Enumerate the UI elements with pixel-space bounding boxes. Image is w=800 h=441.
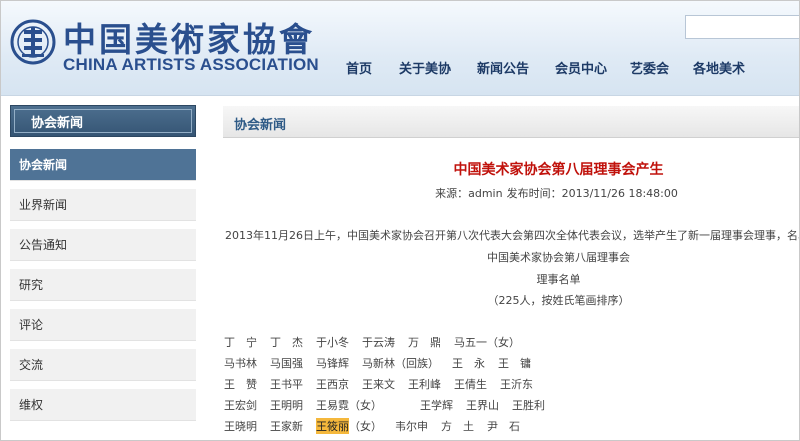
member-name: 王明明 [270,399,303,412]
nav-art-committee[interactable]: 艺委会 [630,58,693,78]
council-heading: 中国美术家协会第八届理事会 [487,251,630,264]
member-name: 王西京 [316,378,349,391]
member-name: 马五一（女） [454,336,520,349]
member-name-list: 丁 宁丁 杰于小冬 于云涛万 鼎马五一（女） 马书林 马国强 马锋辉 马新林（回族） 王 永… [224,334,799,439]
member-name: 马书林 [224,357,257,370]
member-name: 王沂东 [500,378,533,391]
list-note: （225人，按姓氏笔画排序） [487,294,630,307]
member-name: 王界山 [466,399,499,412]
nav-news[interactable]: 新闻公告 [477,58,555,78]
member-name: 马国强 [270,357,303,370]
nav-home[interactable]: 首页 [346,58,399,78]
sidebar-menu: 协会新闻 业界新闻 公告通知 研究 评论 交流 维权 [10,149,196,429]
logo-english-text: CHINA ARTISTS ASSOCIATION [63,55,319,74]
member-name: 马新林（回族） [362,357,439,370]
member-name: 万 鼎 [408,336,441,349]
name-row: 王晓明 王家新 王筱丽（女） 韦尔申方 土尹 石 [224,418,799,439]
name-row: 丁 宁丁 杰于小冬 于云涛万 鼎马五一（女） [224,334,799,355]
member-name: 王晓明 [224,420,257,433]
member-name: 王胜利 [512,399,545,412]
article-paragraph: 2013年11月26日上午，中国美术家协会召开第八次代表大会第四次全体代表会议，… [225,229,800,242]
member-name: 丁 宁 [224,336,257,349]
main-nav: 首页 关于美协 新闻公告 会员中心 艺委会 各地美术 [346,58,753,78]
member-name: 王家新 [270,420,303,433]
article-title: 中国美术家协会第八届理事会产生 [453,162,664,178]
member-name: 王利峰 [408,378,441,391]
sidebar-item-exchange[interactable]: 交流 [10,349,196,381]
name-row: 马书林 马国强 马锋辉 马新林（回族） 王 永王 镛 [224,355,799,376]
sidebar-item-rights[interactable]: 维权 [10,389,196,421]
member-name: 王筱丽（女） [316,418,382,434]
sidebar-item-research[interactable]: 研究 [10,269,196,301]
name-row: 王 赞王书平 王西京 王来文 王利峰 王倩生 王沂东 [224,376,799,397]
member-name: 王 镛 [498,357,531,370]
sidebar-item-notices[interactable]: 公告通知 [10,229,196,261]
section-title: 协会新闻 [234,118,287,133]
article-meta: 来源：admin 发布时间：2013/11/26 18:48:00 [301,185,799,201]
member-name: 马锋辉 [316,357,349,370]
logo-chinese-text: 中国美術家協會 [63,20,315,59]
highlighted-search-term: 王筱丽 [316,418,349,434]
nav-regional[interactable]: 各地美术 [693,58,753,78]
member-name: 王倩生 [454,378,487,391]
member-name: 尹 石 [487,420,520,433]
member-name: 王 赞 [224,378,257,391]
name-row: 王宏剑 王明明 王易霓（女） 王学辉 王界山 王胜利 [224,397,799,418]
member-name: 王 永 [452,357,485,370]
member-name: 王学辉 [420,399,453,412]
member-name: 王易霓（女） [316,399,382,412]
member-name: 王宏剑 [224,399,257,412]
sidebar-title: 协会新闻 [10,105,196,137]
nav-members[interactable]: 会员中心 [555,58,630,78]
member-name: 韦尔申 [395,420,428,433]
member-name: 于云涛 [362,336,395,349]
sidebar-item-association-news[interactable]: 协会新闻 [10,149,196,181]
member-name: 王来文 [362,378,395,391]
member-name: 王书平 [270,378,303,391]
search-input[interactable] [685,15,799,39]
article-source: 来源：admin [435,187,503,200]
sidebar-item-reviews[interactable]: 评论 [10,309,196,341]
site-header: 中国美術家協會 CHINA ARTISTS ASSOCIATION 首页 关于美… [1,1,799,96]
member-name: 于小冬 [316,336,349,349]
association-emblem-icon [10,19,56,65]
article-publish-time: 发布时间：2013/11/26 18:48:00 [506,187,678,200]
section-header: 协会新闻 [223,106,799,138]
member-name: 方 土 [441,420,474,433]
sidebar-item-industry-news[interactable]: 业界新闻 [10,189,196,221]
page-frame: 中国美術家協會 CHINA ARTISTS ASSOCIATION 首页 关于美… [0,0,800,441]
member-name: 丁 杰 [270,336,303,349]
list-heading: 理事名单 [536,273,581,286]
nav-about[interactable]: 关于美协 [399,58,477,78]
